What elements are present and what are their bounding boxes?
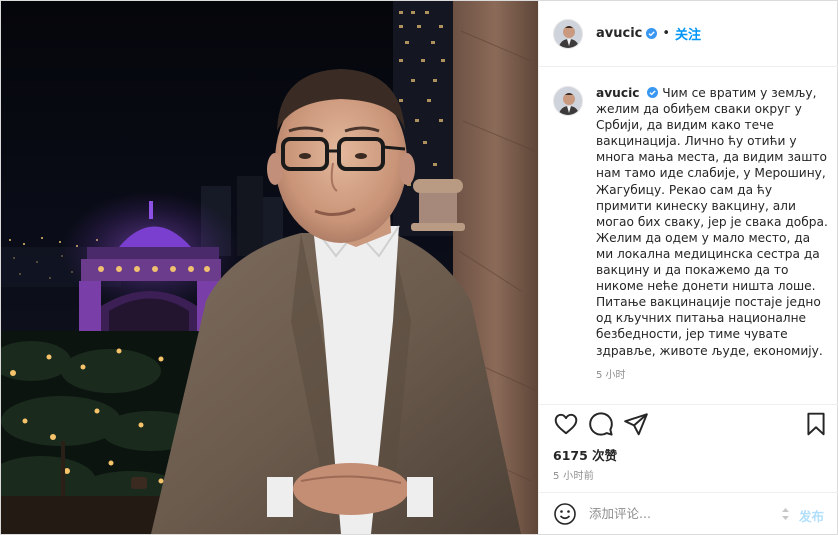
actions-divider [539,404,838,405]
caption-username[interactable]: avucic [596,86,639,100]
smiley-icon[interactable] [553,502,577,526]
caption-comment: avucic Чим се вратим у земљу, желим да о… [553,85,829,384]
caption-timestamp[interactable]: 5 小时 [596,368,828,384]
verified-badge-icon [646,28,658,39]
like-count[interactable]: 6175 次赞 [553,445,617,464]
post-timestamp[interactable]: 5 小时前 [553,467,594,482]
photo-night-balcony [1,1,538,534]
verified-badge-icon [647,87,659,98]
follow-button[interactable]: 关注 [675,24,701,43]
post-photo[interactable] [1,1,538,534]
caption-body: avucic Чим се вратим у земљу, желим да о… [596,85,828,384]
post-dialog: avucic • 关注 avucic Чим се вратим у земљу… [0,0,838,535]
author-avatar[interactable] [553,18,583,49]
post-header: avucic • 关注 [539,1,838,67]
post-comment-button[interactable]: 发布 [799,506,824,525]
separator-dot: • [662,26,671,41]
action-bar [553,411,829,441]
caption-author-avatar[interactable] [553,86,583,116]
resize-arrows-icon [782,508,789,520]
caption-text-block: avucic Чим се вратим у земљу, желим да о… [596,85,828,359]
paper-plane-icon[interactable] [623,411,649,437]
caption-text: Чим се вратим у земљу, желим да обиђем с… [596,86,828,358]
comment-input[interactable] [589,501,779,526]
add-comment-bar: 发布 [539,492,838,534]
post-details-panel: avucic • 关注 avucic Чим се вратим у земљу… [538,1,838,534]
bookmark-icon[interactable] [803,411,829,437]
heart-icon[interactable] [553,411,579,437]
author-username[interactable]: avucic [596,26,642,41]
comment-bubble-icon[interactable] [588,411,614,437]
